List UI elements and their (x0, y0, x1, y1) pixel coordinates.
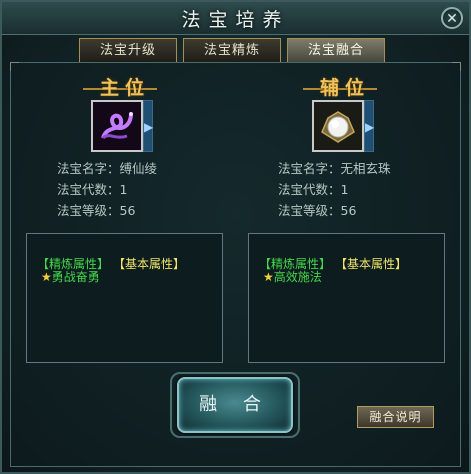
main-slot-heading: 主位 (100, 77, 151, 99)
main-slot-arrow[interactable]: ▶ (143, 100, 153, 152)
fusion-explanation-button[interactable]: 融合说明 (357, 406, 434, 428)
name-label: 法宝名字： (278, 161, 341, 176)
corner-ornament (452, 62, 461, 71)
main-attribute-box: 【精炼属性】 【基本属性】 ★勇战奋勇 (26, 233, 223, 363)
aux-attr-item: ★高效施法 (263, 268, 322, 285)
aux-slot-heading: 辅位 (320, 77, 371, 99)
main-name-value: 缚仙绫 (119, 161, 158, 176)
tab-refine[interactable]: 法宝精炼 (183, 38, 281, 62)
gen-label: 法宝代数： (57, 182, 120, 197)
main-level-value: 56 (119, 203, 136, 218)
aux-name-value: 无相玄珠 (340, 161, 391, 176)
window-title: 法宝培养 (181, 9, 290, 31)
treasure-cultivation-window: 法宝培养 ✕ 法宝升级 法宝精炼 法宝融合 主位 ▶ 法宝名字：缚仙绫 法宝代数… (0, 0, 471, 474)
star-icon: ★ (41, 270, 52, 284)
corner-ornament (10, 62, 19, 71)
aux-attribute-box: 【精炼属性】 【基本属性】 ★高效施法 (248, 233, 445, 363)
main-attr-item: ★勇战奋勇 (41, 268, 100, 285)
aux-item-slot[interactable] (312, 100, 364, 152)
name-label: 法宝名字： (57, 161, 120, 176)
gen-label: 法宝代数： (278, 182, 341, 197)
fuse-button[interactable]: 融 合 (177, 377, 293, 433)
aux-attr-value: 高效施法 (273, 270, 322, 284)
star-icon: ★ (263, 270, 274, 284)
white-pearl-icon (314, 102, 362, 150)
close-icon: ✕ (446, 11, 458, 27)
main-item-slot[interactable] (91, 100, 143, 152)
title-bar[interactable]: 法宝培养 ✕ (2, 2, 469, 35)
arrow-right-icon: ▶ (144, 120, 154, 134)
tab-fusion[interactable]: 法宝融合 (287, 38, 385, 62)
main-info: 法宝名字：缚仙绫 法宝代数：1 法宝等级：56 (57, 158, 157, 221)
purple-silk-ribbon-icon (93, 102, 141, 150)
level-label: 法宝等级： (278, 203, 341, 218)
main-attr-tab-basic[interactable]: 【基本属性】 (119, 257, 185, 271)
aux-attr-tab-basic[interactable]: 【基本属性】 (341, 257, 407, 271)
aux-slot-arrow[interactable]: ▶ (364, 100, 374, 152)
aux-info: 法宝名字：无相玄珠 法宝代数：1 法宝等级：56 (278, 158, 391, 221)
arrow-right-icon: ▶ (365, 120, 375, 134)
level-label: 法宝等级： (57, 203, 120, 218)
aux-gen-value: 1 (340, 182, 349, 197)
main-gen-value: 1 (119, 182, 128, 197)
tab-upgrade[interactable]: 法宝升级 (79, 38, 177, 62)
close-button[interactable]: ✕ (441, 7, 463, 29)
main-attr-value: 勇战奋勇 (51, 270, 100, 284)
aux-level-value: 56 (340, 203, 357, 218)
